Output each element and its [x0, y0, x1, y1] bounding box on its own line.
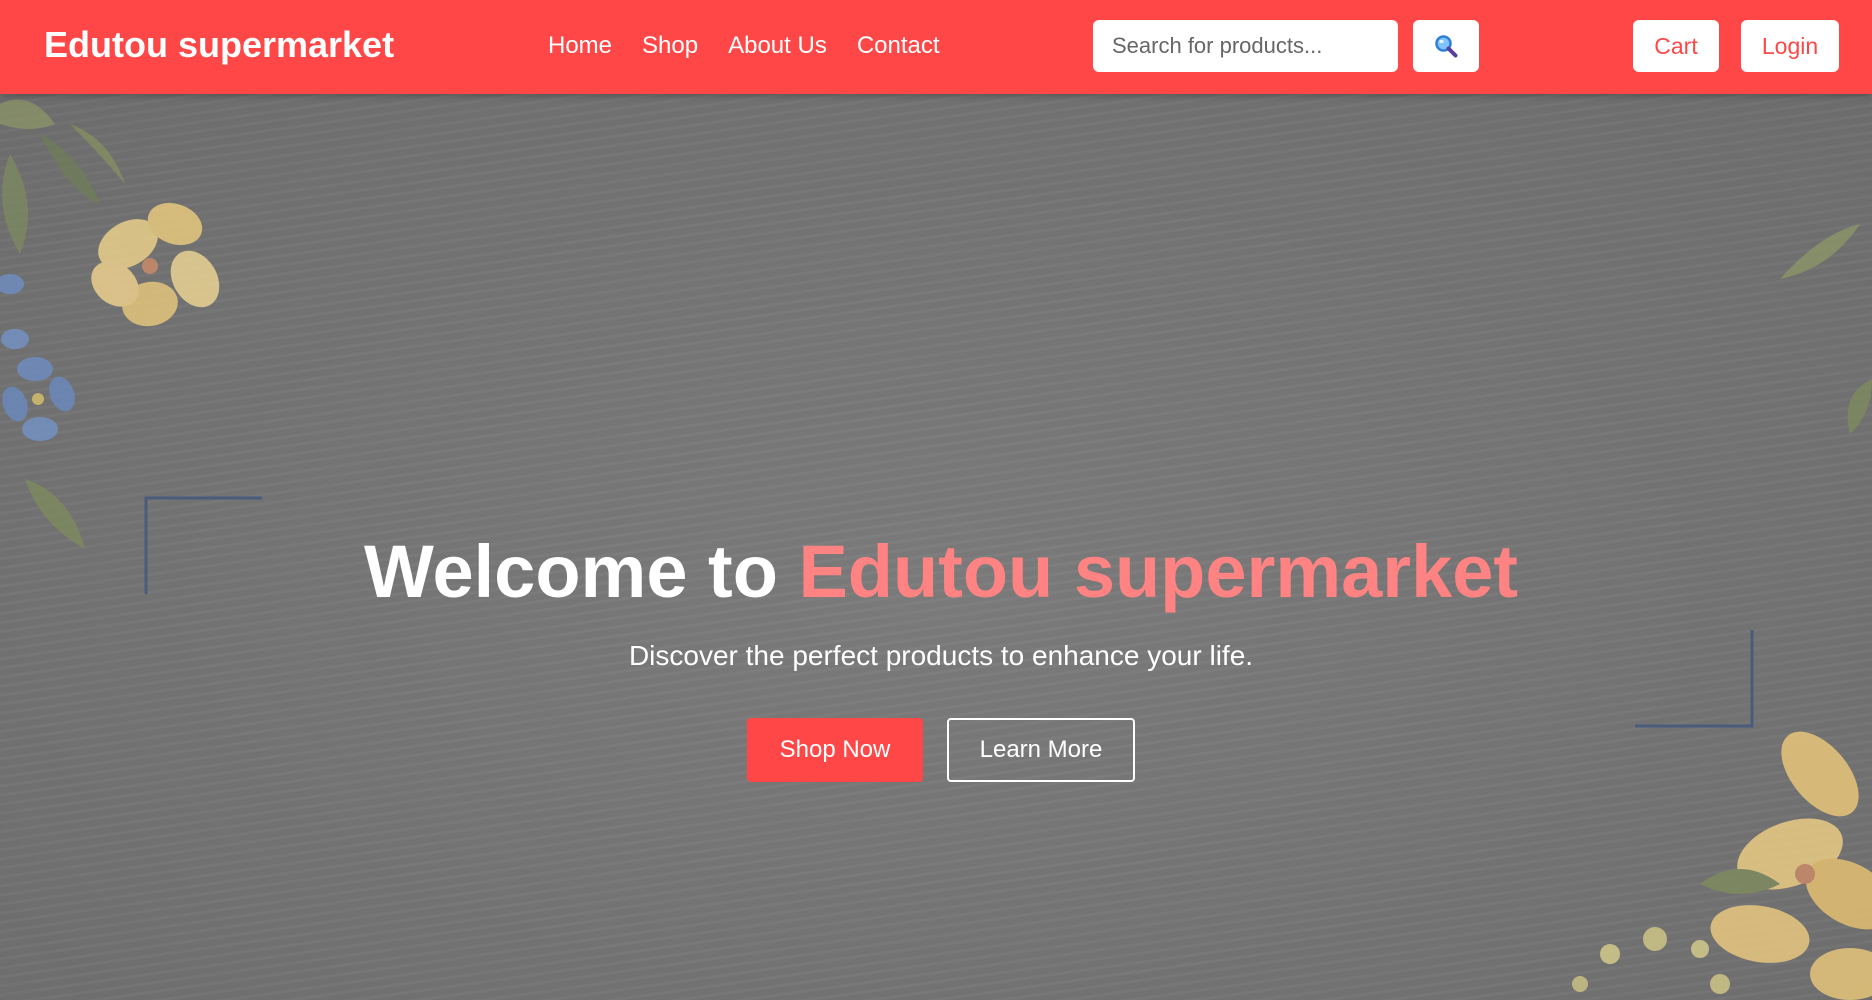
hero-title-accent: Edutou supermarket — [798, 530, 1519, 613]
hero-title-prefix: Welcome to — [363, 530, 799, 613]
learn-more-button[interactable]: Learn More — [947, 718, 1135, 782]
hero-content: Welcome to Edutou supermarket Discover t… — [0, 530, 1872, 782]
hero-title: Welcome to Edutou supermarket — [0, 530, 1872, 614]
search-input[interactable] — [1093, 20, 1398, 72]
magnifier-icon — [1435, 35, 1458, 58]
site-header: Edutou supermarket Home Shop About Us Co… — [0, 0, 1872, 94]
nav-link-shop[interactable]: Shop — [642, 30, 698, 62]
hero-subtitle: Discover the perfect products to enhance… — [628, 640, 1254, 671]
hero-actions: Shop Now Learn More — [0, 718, 1872, 782]
shop-now-button[interactable]: Shop Now — [747, 718, 923, 782]
hero-banner: Welcome to Edutou supermarket Discover t… — [0, 94, 1872, 1000]
cart-button[interactable]: Cart — [1633, 20, 1719, 72]
nav-link-home[interactable]: Home — [548, 30, 612, 62]
login-button[interactable]: Login — [1741, 20, 1839, 72]
main-nav: Home Shop About Us Contact — [548, 30, 940, 62]
nav-link-about-us[interactable]: About Us — [728, 30, 827, 62]
brand-logo-text[interactable]: Edutou supermarket — [44, 22, 394, 68]
search-button[interactable] — [1413, 20, 1479, 72]
nav-link-contact[interactable]: Contact — [857, 30, 940, 62]
